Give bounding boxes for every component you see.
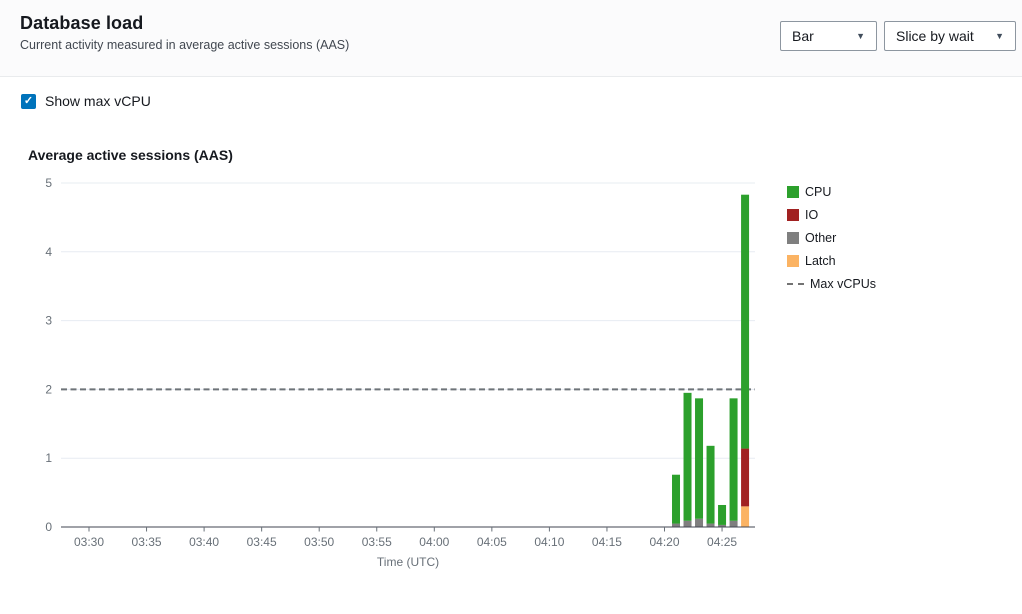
bar-segment-Other-04:23[interactable] [695,519,703,527]
legend-swatch-io [787,209,799,221]
chevron-down-icon: ▼ [995,32,1004,41]
slice-by-select[interactable]: Slice by wait ▼ [884,21,1016,51]
legend-item-max-vcpus-label: Max vCPUs [810,277,876,291]
chart-legend: CPU IO Other Latch Max vCPUs [787,185,876,300]
legend-item-cpu-label: CPU [805,185,831,199]
page-subtitle: Current activity measured in average act… [20,38,349,52]
legend-item-other-label: Other [805,231,836,245]
x-tick-label: 04:15 [592,535,622,549]
y-tick-label: 4 [45,245,52,259]
y-tick-label: 2 [45,382,52,396]
x-tick-label: 04:25 [707,535,737,549]
x-tick-label: 03:55 [362,535,392,549]
legend-dashed-line-icon [787,283,804,285]
x-tick-label: 03:35 [132,535,162,549]
chart-type-selected-value: Bar [792,28,814,44]
legend-item-latch-label: Latch [805,254,836,268]
chart-type-select[interactable]: Bar ▼ [780,21,877,51]
bar-segment-CPU-04:26[interactable] [730,398,738,520]
legend-item-io-label: IO [805,208,818,222]
x-tick-label: 03:45 [247,535,277,549]
legend-item-max-vcpus: Max vCPUs [787,277,876,290]
x-tick-label: 04:00 [419,535,449,549]
x-axis-title: Time (UTC) [377,555,439,569]
slice-by-selected-value: Slice by wait [896,28,974,44]
bar-segment-CPU-04:25[interactable] [718,505,726,525]
legend-swatch-cpu [787,186,799,198]
legend-item-io: IO [787,208,876,221]
legend-swatch-other [787,232,799,244]
bar-segment-Other-04:26[interactable] [730,521,738,527]
check-icon: ✓ [24,96,33,107]
legend-item-other: Other [787,231,876,244]
bar-segment-Other-04:22[interactable] [684,521,692,527]
x-tick-label: 04:10 [534,535,564,549]
bar-segment-CPU-04:21[interactable] [672,475,680,524]
legend-item-cpu: CPU [787,185,876,198]
x-tick-label: 03:30 [74,535,104,549]
database-load-header: Database load Current activity measured … [0,0,1022,77]
y-tick-label: 0 [45,520,52,534]
y-tick-label: 1 [45,451,52,465]
legend-swatch-latch [787,255,799,267]
chart-title: Average active sessions (AAS) [28,147,233,163]
show-max-vcpu-label: Show max vCPU [45,93,151,109]
bar-segment-IO-04:27[interactable] [741,449,749,507]
y-tick-label: 5 [45,176,52,190]
bar-segment-Other-04:21[interactable] [672,524,680,527]
show-max-vcpu-checkbox[interactable]: ✓ [21,94,36,109]
page-title: Database load [20,13,143,34]
legend-item-latch: Latch [787,254,876,267]
show-max-vcpu-row: ✓ Show max vCPU [21,93,151,109]
bar-segment-CPU-04:23[interactable] [695,398,703,518]
y-tick-label: 3 [45,314,52,328]
x-tick-label: 04:20 [649,535,679,549]
x-tick-label: 03:50 [304,535,334,549]
chevron-down-icon: ▼ [856,32,865,41]
bar-segment-Latch-04:27[interactable] [741,506,749,527]
bar-segment-CPU-04:27[interactable] [741,195,749,449]
bar-segment-CPU-04:22[interactable] [684,393,692,521]
x-tick-label: 03:40 [189,535,219,549]
bar-segment-CPU-04:24[interactable] [707,446,715,524]
x-tick-label: 04:05 [477,535,507,549]
bar-segment-Other-04:24[interactable] [707,524,715,527]
